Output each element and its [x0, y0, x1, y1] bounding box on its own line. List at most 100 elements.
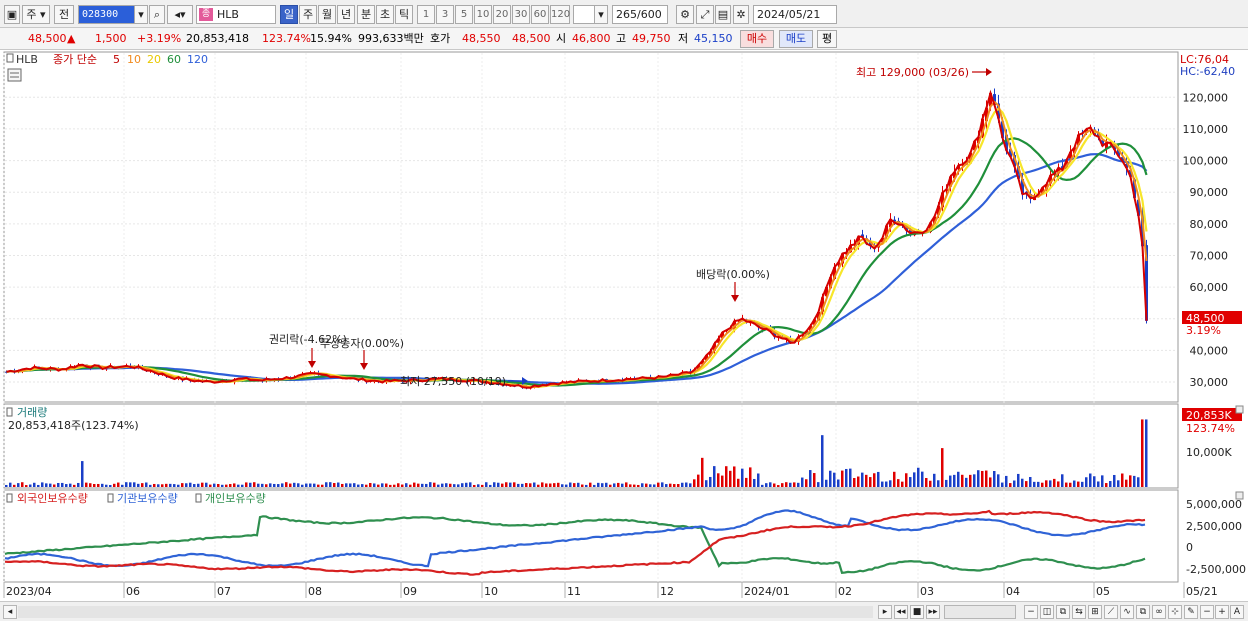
code-dropdown-icon[interactable]: ▾: [134, 5, 148, 24]
zoom-slider[interactable]: [944, 605, 1016, 619]
period-type-select[interactable]: 주 ▾: [22, 5, 50, 24]
volume-bar: [397, 483, 400, 487]
stop-icon[interactable]: ■: [910, 605, 924, 619]
fast-forward-icon[interactable]: ▸▸: [926, 605, 940, 619]
volume-bar: [933, 473, 936, 487]
volume-bar: [9, 482, 12, 487]
scroll-track[interactable]: [18, 606, 873, 618]
volume-bar: [281, 483, 284, 487]
volume-panel-close-icon[interactable]: [1235, 405, 1244, 414]
volume-bar: [509, 482, 512, 487]
holdings-axis-0: 0: [1186, 541, 1193, 554]
volume-bar: [709, 476, 712, 487]
timeframe-day[interactable]: 일: [280, 5, 298, 24]
interval-1[interactable]: 1: [417, 5, 435, 24]
volume-bar: [693, 479, 696, 487]
buy-button[interactable]: 매수: [740, 30, 774, 48]
volume-bar: [1009, 483, 1012, 487]
volume-bar: [1029, 476, 1032, 487]
interval-120[interactable]: 120: [550, 5, 570, 24]
crosshair-icon[interactable]: ⊹: [1168, 605, 1182, 619]
chart-area[interactable]: 120,000 110,000 100,000 90,000 80,000 70,000 6…: [0, 50, 1248, 601]
volume-bar: [1085, 477, 1088, 487]
wave-icon[interactable]: ∿: [1120, 605, 1134, 619]
volume-bar: [745, 477, 748, 487]
interval-3[interactable]: 3: [436, 5, 454, 24]
chart-menu-icon[interactable]: ▣: [4, 5, 20, 24]
volume-bar: [409, 484, 412, 487]
timeframe-year[interactable]: 년: [337, 5, 355, 24]
plus-icon[interactable]: +: [1215, 605, 1229, 619]
copy-icon[interactable]: ⧉: [1136, 605, 1150, 619]
volume-bar: [537, 484, 540, 487]
search-icon[interactable]: ⌕: [149, 5, 165, 24]
range-count-field[interactable]: 265/600: [612, 5, 668, 24]
volume-bar: [1025, 481, 1028, 487]
calculator-icon[interactable]: [7, 68, 22, 82]
interval-20[interactable]: 20: [493, 5, 511, 24]
timeframe-week[interactable]: 주: [299, 5, 317, 24]
interval-60[interactable]: 60: [531, 5, 549, 24]
ask-price-1: 48,550: [462, 32, 501, 45]
minus-icon[interactable]: −: [1200, 605, 1214, 619]
volume-bar: [33, 482, 36, 487]
volume-bar: [81, 461, 84, 487]
volume-bar: [449, 483, 452, 487]
sell-button[interactable]: 매도: [779, 30, 813, 48]
legend-ma10: 10: [127, 53, 141, 66]
volume-bar: [101, 483, 104, 487]
average-button[interactable]: 평: [817, 30, 837, 48]
interval-5[interactable]: 5: [455, 5, 473, 24]
volume-bar: [609, 484, 612, 487]
zoom-out-icon[interactable]: −: [1024, 605, 1038, 619]
interval-30[interactable]: 30: [512, 5, 530, 24]
draw-tool-icon[interactable]: ⤢: [696, 5, 714, 24]
text-tool-icon[interactable]: A: [1230, 605, 1244, 619]
timeframe-minute[interactable]: 분: [357, 5, 375, 24]
volume-bar: [65, 484, 68, 487]
price-panel[interactable]: [3, 51, 1179, 403]
volume-bar: [1013, 480, 1016, 487]
pencil-icon[interactable]: ✎: [1184, 605, 1198, 619]
range-total: /600: [637, 8, 662, 21]
scroll-right-icon[interactable]: ▸: [878, 605, 892, 619]
volume-bar: [413, 482, 416, 487]
x-axis-label: 2024/01: [744, 585, 790, 598]
x-axis-label: 07: [217, 585, 231, 598]
link-icon[interactable]: ∞: [1152, 605, 1166, 619]
timeframe-tick[interactable]: 틱: [395, 5, 413, 24]
interval-10[interactable]: 10: [474, 5, 492, 24]
volume-bar: [157, 484, 160, 487]
save-icon[interactable]: ▤: [715, 5, 731, 24]
trend-icon[interactable]: ⟋: [1104, 605, 1118, 619]
volume-bar: [597, 482, 600, 487]
stock-code-input[interactable]: 028300: [78, 5, 136, 24]
volume-bar: [121, 484, 124, 487]
timeframe-month[interactable]: 월: [318, 5, 336, 24]
indicator-icon[interactable]: ⚙: [676, 5, 694, 24]
volume-bar: [1105, 483, 1108, 487]
stock-history-icon[interactable]: ◂▾: [167, 5, 193, 24]
volume-bar: [217, 483, 220, 487]
low-label: 저: [678, 32, 689, 45]
tools-icon[interactable]: ⊞: [1088, 605, 1102, 619]
volume-bar: [301, 484, 304, 487]
compare-icon[interactable]: ⧉: [1056, 605, 1070, 619]
settings-gear-icon[interactable]: ✲: [733, 5, 749, 24]
timeframe-second[interactable]: 초: [376, 5, 394, 24]
volume-bar: [289, 483, 292, 487]
volume-bar: [337, 482, 340, 487]
interval-dropdown-icon[interactable]: ▾: [594, 5, 608, 24]
volume-panel[interactable]: [3, 403, 1179, 489]
volume-badge-pct: 123.74%: [1186, 422, 1235, 435]
period-mode-button[interactable]: 전: [54, 5, 74, 24]
legend-ma-label: 종가 단순: [53, 53, 97, 66]
date-field[interactable]: 2024/05/21: [753, 5, 837, 24]
rewind-icon[interactable]: ◂◂: [894, 605, 908, 619]
volume-bar: [273, 483, 276, 487]
split-icon[interactable]: ⇆: [1072, 605, 1086, 619]
stock-name-field[interactable]: 종 HLB: [196, 5, 276, 24]
volume-bar: [845, 468, 848, 487]
layout-icon[interactable]: ◫: [1040, 605, 1054, 619]
scroll-left-icon[interactable]: ◂: [3, 605, 17, 619]
